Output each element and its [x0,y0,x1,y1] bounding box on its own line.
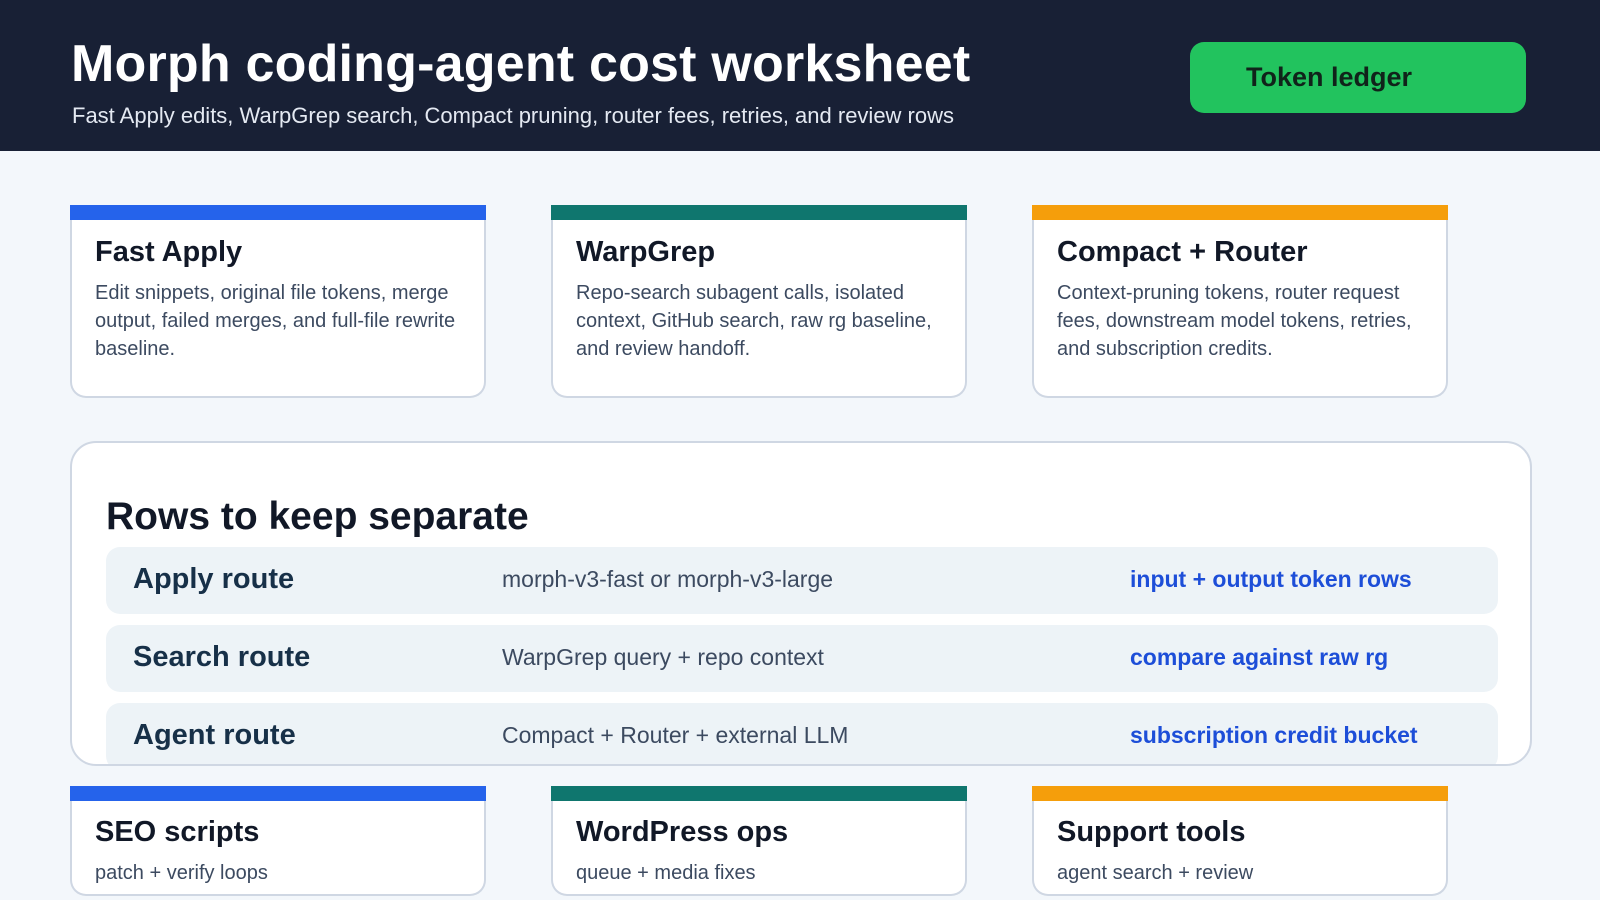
seo-scripts-card: SEO scripts patch + verify loops [70,786,486,896]
table-row-search-route: Search route WarpGrep query + repo conte… [106,625,1498,692]
card-body: agent search + review [1057,862,1254,884]
card-accent-bar [551,786,967,801]
card-body: queue + media fixes [576,862,756,884]
card-body: Repo-search subagent calls, isolated con… [576,282,932,360]
row-note: subscription credit bucket [1130,722,1418,748]
card-body: Context-pruning tokens, router request f… [1057,282,1412,360]
card-title: Compact + Router [1057,236,1308,268]
header: Morph coding-agent cost worksheet Fast A… [0,0,1600,151]
card-title: SEO scripts [95,816,260,848]
row-note: input + output token rows [1130,566,1412,592]
card-accent-bar [1032,205,1448,220]
table-row-apply-route: Apply route morph-v3-fast or morph-v3-la… [106,547,1498,614]
support-tools-card: Support tools agent search + review [1032,786,1448,896]
fast-apply-card: Fast Apply Edit snippets, original file … [70,205,486,398]
token-ledger-button[interactable]: Token ledger [1190,42,1526,113]
card-title: WarpGrep [576,236,716,268]
row-description: Compact + Router + external LLM [502,722,849,748]
card-title: WordPress ops [576,816,789,848]
row-note: compare against raw rg [1130,644,1389,670]
row-name: Apply route [133,563,295,595]
wordpress-ops-card: WordPress ops queue + media fixes [551,786,967,896]
page-title: Morph coding-agent cost worksheet [71,35,971,93]
card-title: Fast Apply [95,236,243,268]
card-body: Edit snippets, original file tokens, mer… [95,282,456,360]
row-description: morph-v3-fast or morph-v3-large [502,566,834,592]
page-subtitle: Fast Apply edits, WarpGrep search, Compa… [72,103,954,128]
row-description: WarpGrep query + repo context [502,644,824,670]
row-name: Search route [133,641,311,673]
card-accent-bar [551,205,967,220]
card-accent-bar [70,205,486,220]
card-accent-bar [70,786,486,801]
card-title: Support tools [1057,816,1246,848]
card-body: patch + verify loops [95,862,268,884]
table-row-agent-route: Agent route Compact + Router + external … [106,703,1498,764]
card-accent-bar [1032,786,1448,801]
warpgrep-card: WarpGrep Repo-search subagent calls, iso… [551,205,967,398]
row-name: Agent route [133,719,296,751]
rows-section-title: Rows to keep separate [106,495,529,538]
rows-panel: Rows to keep separate Apply route morph-… [70,441,1532,766]
compact-router-card: Compact + Router Context-pruning tokens,… [1032,205,1448,398]
